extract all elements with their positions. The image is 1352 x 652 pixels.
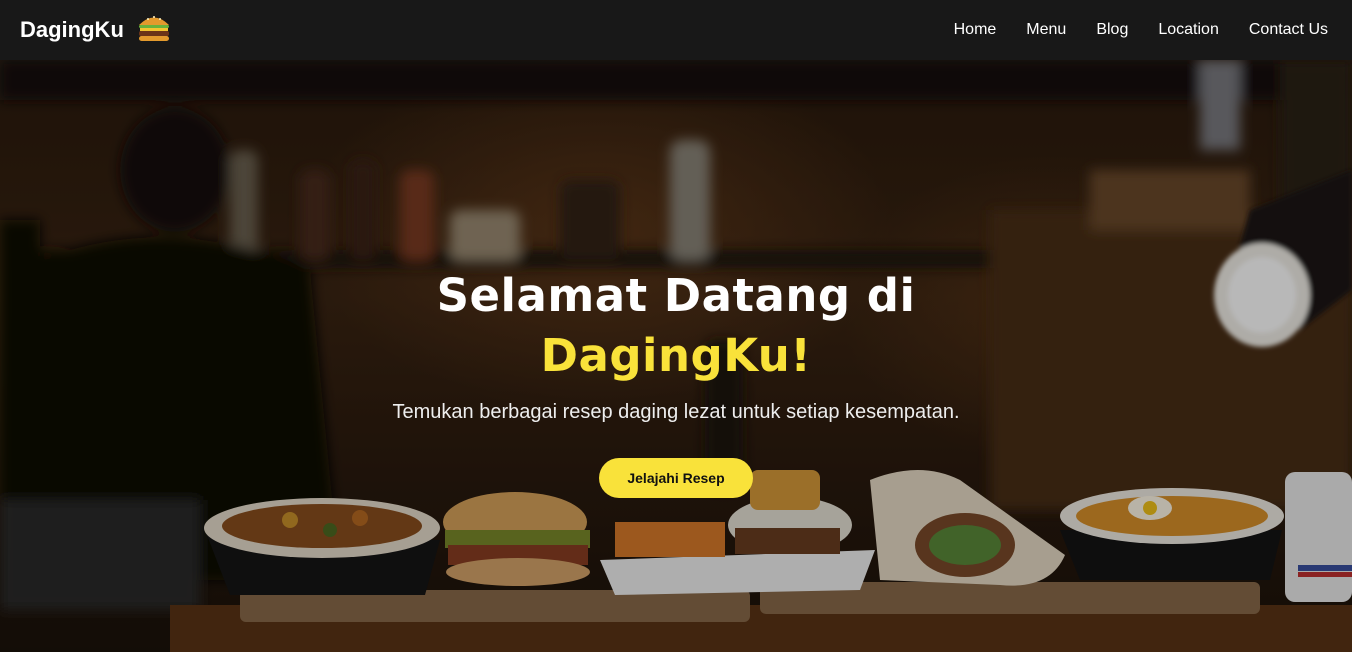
hero-section: Selamat Datang di DagingKu! Temukan berb… <box>0 60 1352 652</box>
nav-link-home[interactable]: Home <box>954 21 997 39</box>
hero-title: Selamat Datang di DagingKu! <box>0 266 1352 386</box>
hero-subtitle: Temukan berbagai resep daging lezat untu… <box>392 401 960 423</box>
navbar: DagingKu Home Menu Blog Location Contact… <box>0 0 1352 60</box>
hero-title-brand: DagingKu! <box>540 329 812 382</box>
hero-content: Selamat Datang di DagingKu! Temukan berb… <box>0 266 1352 498</box>
nav-link-blog[interactable]: Blog <box>1096 21 1128 39</box>
hero-title-line1: Selamat Datang di <box>436 269 916 322</box>
nav-link-menu[interactable]: Menu <box>1026 21 1066 39</box>
burger-icon <box>136 12 172 49</box>
explore-recipes-button[interactable]: Jelajahi Resep <box>599 458 753 498</box>
nav-link-location[interactable]: Location <box>1158 21 1219 39</box>
nav-links: Home Menu Blog Location Contact Us <box>954 21 1332 39</box>
brand[interactable]: DagingKu <box>20 12 172 49</box>
nav-link-contact[interactable]: Contact Us <box>1249 21 1328 39</box>
brand-name[interactable]: DagingKu <box>20 17 124 43</box>
